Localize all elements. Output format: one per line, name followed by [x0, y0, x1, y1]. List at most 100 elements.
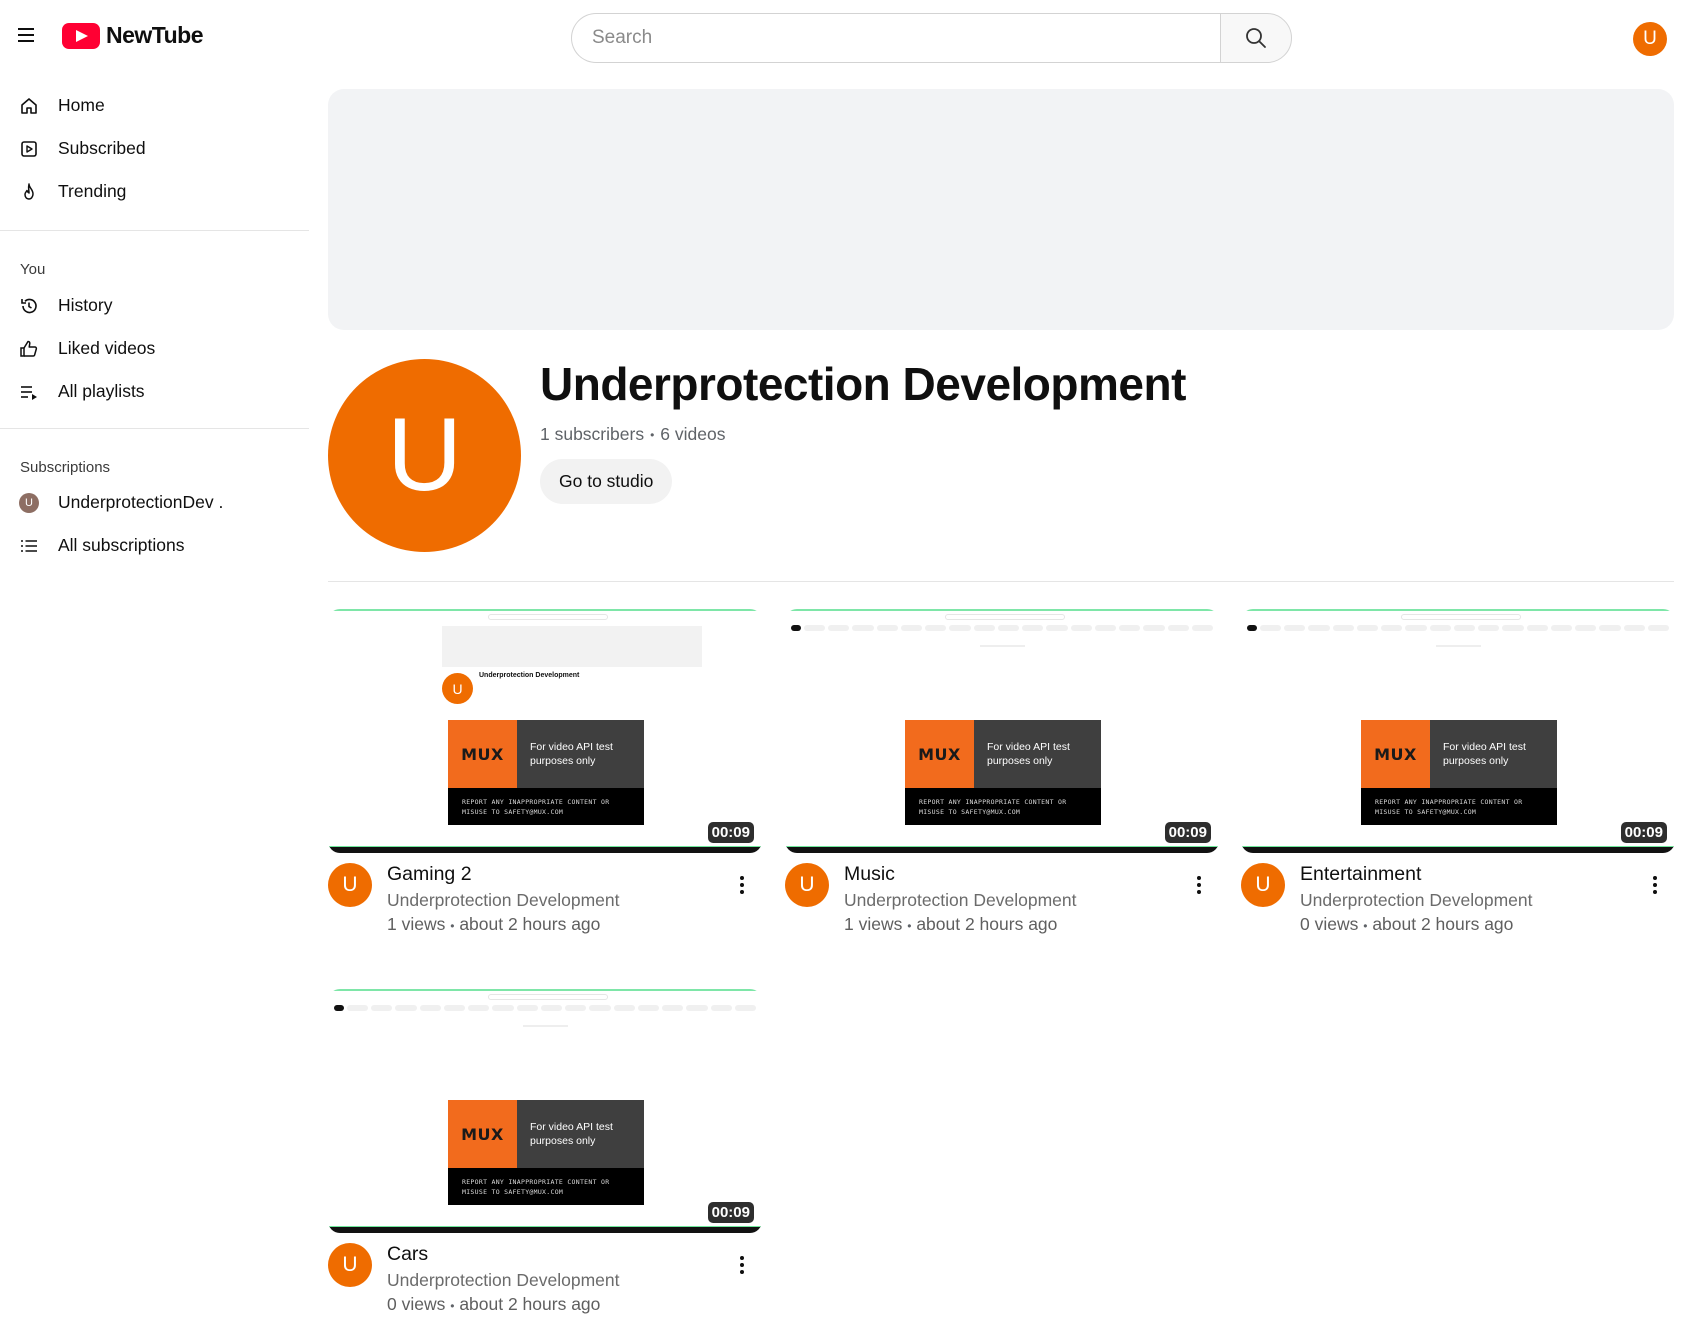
- channel-avatar[interactable]: U: [785, 863, 829, 907]
- video-meta: 1 views • about 2 hours ago: [387, 912, 762, 938]
- channel-avatar[interactable]: U: [328, 1243, 372, 1287]
- video-text: Music Underprotection Development 1 view…: [844, 863, 1219, 938]
- video-title[interactable]: Entertainment: [1300, 863, 1675, 886]
- view-count: 0 views: [387, 1294, 446, 1314]
- separator-dot: •: [650, 427, 655, 442]
- sidebar-item-all-subscriptions[interactable]: All subscriptions: [0, 524, 309, 567]
- sidebar-item-all-playlists[interactable]: All playlists: [0, 370, 309, 413]
- more-options-icon[interactable]: [1647, 873, 1663, 897]
- sidebar-item-label: All playlists: [58, 381, 145, 401]
- section-title-you: You: [20, 261, 46, 278]
- newtube-logo[interactable]: NewTube: [62, 22, 204, 49]
- video-channel-name[interactable]: Underprotection Development: [1300, 888, 1675, 912]
- sidebar-item-subscribed[interactable]: Subscribed: [0, 127, 309, 170]
- video-info: U Cars Underprotection Development 0 vie…: [328, 1243, 762, 1318]
- view-count: 0 views: [1300, 914, 1359, 934]
- duration-badge: 00:09: [1164, 822, 1211, 843]
- mux-notice-line: MISUSE TO SAFETY@MUX.COM: [462, 808, 564, 816]
- search-bar: [571, 13, 1292, 63]
- sidebar-item-channel-underprotectiondev[interactable]: U UnderprotectionDev .: [0, 481, 309, 524]
- mux-logo: MUX: [448, 1100, 517, 1168]
- progress-bar: [1241, 846, 1675, 853]
- mini-empty-line: [523, 1025, 568, 1027]
- channel-avatar-small: U: [19, 492, 39, 513]
- video-title[interactable]: Cars: [387, 1243, 762, 1266]
- separator-dot: •: [450, 1299, 455, 1313]
- list-icon: [18, 535, 40, 557]
- mini-category-chips: [334, 1005, 756, 1011]
- search-button[interactable]: [1220, 13, 1292, 63]
- mini-avatar: U: [442, 673, 473, 704]
- mux-watermark: MUX For video API test purposes only REP…: [1361, 720, 1557, 825]
- channel-divider: [328, 581, 1674, 582]
- more-options-icon[interactable]: [1191, 873, 1207, 897]
- sidebar-item-history[interactable]: History: [0, 284, 309, 327]
- mux-caption-line: purposes only: [987, 755, 1053, 767]
- section-title-subscriptions: Subscriptions: [20, 459, 111, 476]
- video-title[interactable]: Gaming 2: [387, 863, 762, 886]
- video-info: U Gaming 2 Underprotection Development 1…: [328, 863, 762, 938]
- logo-text: NewTube: [106, 22, 204, 48]
- sidebar-item-label: Trending: [58, 181, 127, 201]
- mini-category-chips: [791, 625, 1213, 631]
- mini-search-bar: [488, 614, 608, 620]
- video-text: Entertainment Underprotection Developmen…: [1300, 863, 1675, 938]
- video-thumbnail[interactable]: U Underprotection Development MUX For vi…: [328, 609, 762, 853]
- more-options-icon[interactable]: [734, 1253, 750, 1277]
- sidebar-item-home[interactable]: Home: [0, 84, 309, 127]
- thumb-top-line: [328, 989, 762, 991]
- mux-notice-line: REPORT ANY INAPPROPRIATE CONTENT OR: [462, 1178, 610, 1186]
- view-count: 1 views: [387, 914, 446, 934]
- channel-avatar: U: [328, 359, 521, 552]
- mux-notice-line: MISUSE TO SAFETY@MUX.COM: [1375, 808, 1477, 816]
- video-thumbnail[interactable]: MUX For video API test purposes only REP…: [328, 989, 762, 1233]
- mini-search-bar: [945, 614, 1065, 620]
- go-to-studio-button[interactable]: Go to studio: [540, 459, 673, 504]
- mux-top: MUX For video API test purposes only: [448, 720, 644, 788]
- video-thumbnail[interactable]: MUX For video API test purposes only REP…: [1241, 609, 1675, 853]
- menu-button[interactable]: [14, 22, 40, 48]
- sidebar-item-trending[interactable]: Trending: [0, 170, 309, 213]
- duration-badge: 00:09: [707, 822, 754, 843]
- video-count: 6 videos: [660, 424, 726, 444]
- mini-search-bar: [1401, 614, 1521, 620]
- video-channel-name[interactable]: Underprotection Development: [387, 1268, 762, 1292]
- video-meta: 0 views • about 2 hours ago: [387, 1292, 762, 1318]
- channel-avatar[interactable]: U: [1241, 863, 1285, 907]
- sidebar-item-label: Subscribed: [58, 138, 146, 158]
- more-options-icon[interactable]: [734, 873, 750, 897]
- upload-age: about 2 hours ago: [459, 914, 601, 934]
- sidebar-item-label: Liked videos: [58, 338, 156, 358]
- mini-empty-line: [1436, 645, 1481, 647]
- sidebar-item-label: History: [58, 295, 113, 315]
- mux-notice: REPORT ANY INAPPROPRIATE CONTENT OR MISU…: [1361, 788, 1557, 825]
- separator-dot: •: [1363, 919, 1368, 933]
- progress-bar: [785, 846, 1219, 853]
- channel-avatar[interactable]: U: [328, 863, 372, 907]
- video-channel-name[interactable]: Underprotection Development: [387, 888, 762, 912]
- mux-notice: REPORT ANY INAPPROPRIATE CONTENT OR MISU…: [448, 788, 644, 825]
- mux-watermark: MUX For video API test purposes only REP…: [448, 720, 644, 825]
- history-icon: [18, 295, 40, 317]
- upload-age: about 2 hours ago: [459, 1294, 601, 1314]
- video-channel-name[interactable]: Underprotection Development: [844, 888, 1219, 912]
- mux-notice-line: MISUSE TO SAFETY@MUX.COM: [462, 1188, 564, 1196]
- video-card: MUX For video API test purposes only REP…: [1241, 609, 1675, 938]
- search-input[interactable]: [571, 13, 1220, 63]
- user-avatar[interactable]: U: [1633, 22, 1667, 56]
- mux-notice: REPORT ANY INAPPROPRIATE CONTENT OR MISU…: [905, 788, 1101, 825]
- mux-caption-line: For video API test: [530, 741, 613, 753]
- sidebar-divider: [0, 428, 309, 429]
- mini-empty-line: [980, 645, 1025, 647]
- video-thumbnail[interactable]: MUX For video API test purposes only REP…: [785, 609, 1219, 853]
- mux-notice-line: REPORT ANY INAPPROPRIATE CONTENT OR: [919, 798, 1067, 806]
- video-text: Gaming 2 Underprotection Development 1 v…: [387, 863, 762, 938]
- sidebar-item-liked-videos[interactable]: Liked videos: [0, 327, 309, 370]
- hamburger-icon: [18, 28, 34, 42]
- video-card: MUX For video API test purposes only REP…: [785, 609, 1219, 938]
- video-title[interactable]: Music: [844, 863, 1219, 886]
- mux-notice-line: REPORT ANY INAPPROPRIATE CONTENT OR: [1375, 798, 1523, 806]
- mux-caption: For video API test purposes only: [517, 720, 644, 788]
- mux-notice-line: MISUSE TO SAFETY@MUX.COM: [919, 808, 1021, 816]
- progress-bar: [328, 846, 762, 853]
